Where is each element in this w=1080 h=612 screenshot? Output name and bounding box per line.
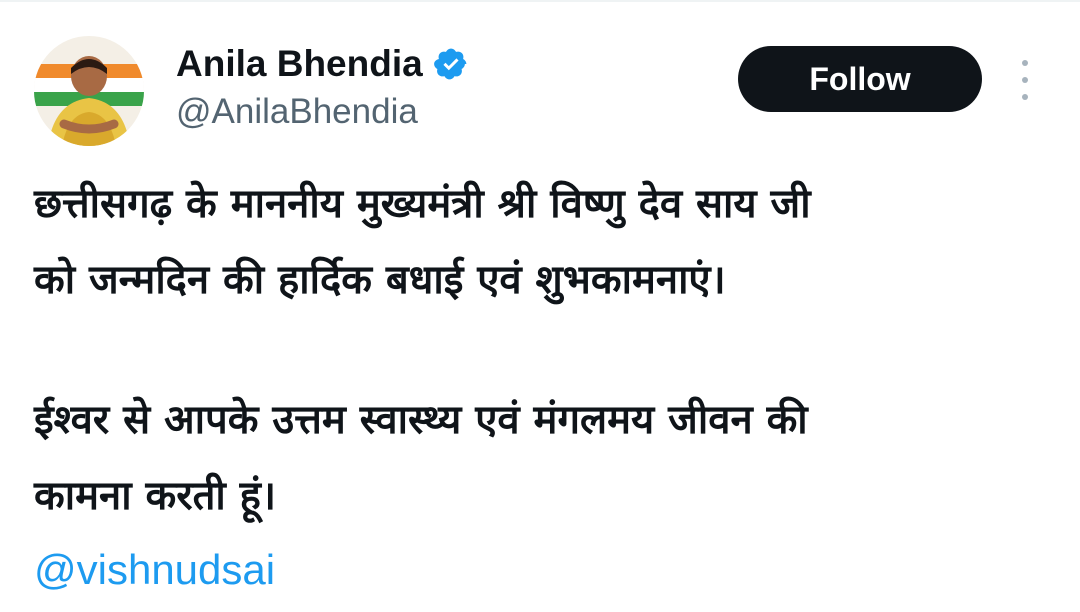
follow-button[interactable]: Follow [738, 46, 982, 112]
tweet-line: छत्तीसगढ़ के माननीय मुख्यमंत्री श्री विष… [34, 181, 811, 227]
author-handle[interactable]: @AnilaBhendia [176, 90, 418, 134]
more-dot [1022, 60, 1028, 66]
verified-badge-icon[interactable] [433, 46, 469, 82]
tweet-line: को जन्मदिन की हार्दिक बधाई एवं शुभकामनाए… [34, 257, 726, 303]
mention-link[interactable]: @vishnudsai [34, 540, 275, 600]
tweet-line: कामना करती हूं। [34, 473, 277, 519]
more-dot [1022, 94, 1028, 100]
avatar[interactable] [34, 36, 144, 146]
top-divider [0, 0, 1080, 2]
tweet-line: ईश्वर से आपके उत्तम स्वास्थ्य एवं मंगलमय… [34, 397, 808, 443]
author-name-row[interactable]: Anila Bhendia [176, 40, 469, 88]
tweet-text: छत्तीसगढ़ के माननीय मुख्यमंत्री श्री विष… [34, 166, 1064, 600]
more-options-icon[interactable] [1010, 60, 1040, 100]
display-name[interactable]: Anila Bhendia [176, 40, 423, 88]
more-dot [1022, 77, 1028, 83]
avatar-image [34, 36, 144, 146]
